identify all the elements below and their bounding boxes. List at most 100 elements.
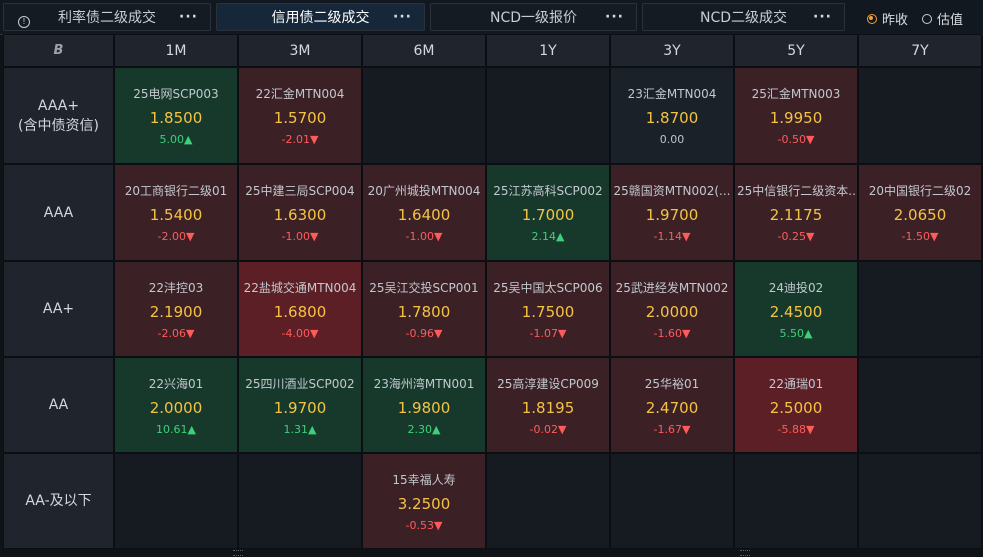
bond-yield: 1.8195 (521, 398, 575, 417)
tab-label: 信用债二级成交 (271, 10, 370, 26)
bond-name: 25中建三局SCP004 (245, 184, 355, 198)
tab-ncd-secondary-trades[interactable]: NCD二级成交 ··· (642, 3, 845, 31)
tab-label: NCD一级报价 (489, 10, 578, 26)
app-window: ! 利率债二级成交 ··· 信用债二级成交 ··· NCD一级报价 ··· NC… (0, 0, 983, 557)
bond-yield: 2.4500 (769, 302, 823, 321)
brand-logo-icon: B (53, 43, 64, 58)
bond-yield: 2.0650 (893, 206, 947, 224)
bond-cell[interactable]: 25赣国资MTN002(... 1.9700 -1.14▼ (610, 164, 734, 261)
bond-cell[interactable]: 25江苏高科SCP002 1.7000 2.14▲ (486, 164, 610, 261)
bond-cell[interactable]: 23汇金MTN004 1.8700 0.00 (610, 67, 734, 164)
bond-yield: 1.7500 (521, 302, 575, 321)
bond-name: 25高淳建设CP009 (497, 376, 599, 391)
bond-yield: 1.7800 (397, 302, 451, 321)
bond-name: 22兴海01 (148, 376, 204, 391)
tab-rate-bond-trades[interactable]: ! 利率债二级成交 ··· (3, 3, 211, 31)
bond-change-bp: -1.07▼ (529, 326, 567, 340)
corner-header: B (3, 34, 114, 67)
bond-cell[interactable]: 25电网SCP003 1.8500 5.00▲ (114, 67, 238, 164)
empty-cell (114, 453, 238, 549)
tab-credit-bond-trades[interactable]: 信用债二级成交 ··· (216, 3, 425, 31)
bond-change-bp: -2.06▼ (157, 326, 195, 340)
bond-name: 25赣国资MTN002(... (613, 184, 731, 198)
bond-name: 25武进经发MTN002 (615, 280, 729, 295)
row-header: AAA (3, 164, 114, 261)
radio-label: 昨收 (881, 13, 908, 28)
bond-cell[interactable]: 24迪投02 2.4500 5.50▲ (734, 261, 858, 357)
row-header: AA (3, 357, 114, 453)
bond-cell[interactable]: 15幸福人寿 3.2500 -0.53▼ (362, 453, 486, 549)
bond-yield: 1.9800 (397, 398, 451, 417)
bond-cell[interactable]: 23海州湾MTN001 1.9800 2.30▲ (362, 357, 486, 453)
bond-change-bp: -1.60▼ (653, 326, 691, 340)
price-basis-radio-group: 昨收 估值 (866, 9, 963, 28)
tab-label: NCD二级成交 (699, 10, 788, 26)
bond-cell[interactable]: 25吴江交投SCP001 1.7800 -0.96▼ (362, 261, 486, 357)
empty-cell (858, 453, 982, 549)
bond-cell[interactable]: 22沣控03 2.1900 -2.06▼ (114, 261, 238, 357)
bond-cell[interactable]: 20工商银行二级01 1.5400 -2.00▼ (114, 164, 238, 261)
bond-cell[interactable]: 25武进经发MTN002 2.0000 -1.60▼ (610, 261, 734, 357)
bond-name: 25四川酒业SCP002 (245, 376, 355, 391)
bond-cell[interactable]: 25高淳建设CP009 1.8195 -0.02▼ (486, 357, 610, 453)
radio-unselected-icon (921, 13, 932, 24)
row-header: AA+ (3, 261, 114, 357)
row-header-rating: AA+ (42, 301, 75, 317)
bond-cell[interactable]: 22盐城交通MTN004 1.6800 -4.00▼ (238, 261, 362, 357)
bond-yield: 1.8500 (149, 109, 203, 127)
more-icon[interactable]: ··· (813, 9, 832, 25)
bond-change-bp: -1.67▼ (653, 422, 691, 436)
radio-prev-close[interactable]: 昨收 (866, 9, 908, 28)
bond-cell[interactable]: 22汇金MTN004 1.5700 -2.01▼ (238, 67, 362, 164)
bond-name: 25汇金MTN003 (751, 87, 841, 101)
rating-tenor-grid: B 1M 3M 6M 1Y 3Y 5Y 7Y AAA+ (含中债资信) 25电网SCP003 1.8… (3, 34, 982, 549)
more-icon[interactable]: ··· (179, 9, 198, 25)
row-header-note: (含中债资信) (18, 117, 99, 134)
bond-change-bp: 10.61▲ (156, 422, 196, 436)
more-icon[interactable]: ··· (393, 9, 412, 25)
bond-cell[interactable]: 25华裕01 2.4700 -1.67▼ (610, 357, 734, 453)
empty-cell (238, 453, 362, 549)
column-header: 7Y (858, 34, 982, 67)
column-header: 1Y (486, 34, 610, 67)
bond-cell[interactable]: 25中信银行二级资本... 2.1175 -0.25▼ (734, 164, 858, 261)
bond-change-bp: -1.14▼ (653, 230, 691, 243)
resize-grip-icon[interactable] (740, 550, 750, 556)
row-header-rating: AAA+ (37, 97, 80, 114)
bond-change-bp: 1.31▲ (283, 422, 317, 436)
bond-yield: 1.9950 (769, 109, 823, 127)
bond-cell[interactable]: 20中国银行二级02 2.0650 -1.50▼ (858, 164, 982, 261)
more-icon[interactable]: ··· (605, 9, 624, 25)
tab-ncd-primary-quotes[interactable]: NCD一级报价 ··· (430, 3, 637, 31)
row-header: AAA+ (含中债资信) (3, 67, 114, 164)
bond-change-bp: 2.14▲ (531, 230, 565, 243)
bond-change-bp: 5.00▲ (159, 133, 193, 146)
bottom-bar (0, 549, 983, 557)
bond-cell[interactable]: 25中建三局SCP004 1.6300 -1.00▼ (238, 164, 362, 261)
bond-cell[interactable]: 25吴中国太SCP006 1.7500 -1.07▼ (486, 261, 610, 357)
row-header-rating: AA-及以下 (25, 493, 92, 509)
bond-cell[interactable]: 25汇金MTN003 1.9950 -0.50▼ (734, 67, 858, 164)
bond-change-bp: -0.02▼ (529, 422, 567, 436)
column-header: 6M (362, 34, 486, 67)
info-icon[interactable]: ! (18, 16, 30, 28)
bond-cell[interactable]: 22兴海01 2.0000 10.61▲ (114, 357, 238, 453)
bond-cell[interactable]: 20广州城投MTN004 1.6400 -1.00▼ (362, 164, 486, 261)
bond-name: 25吴江交投SCP001 (369, 280, 479, 295)
empty-cell (362, 67, 486, 164)
bond-change-bp: -1.00▼ (281, 230, 319, 243)
bond-yield: 2.1900 (149, 302, 203, 321)
tab-label: 利率债二级成交 (58, 10, 156, 26)
row-header-rating: AAA (43, 204, 74, 221)
bond-change-bp: -0.25▼ (777, 230, 815, 243)
radio-valuation[interactable]: 估值 (921, 9, 963, 28)
bond-name: 22通瑞01 (768, 376, 824, 391)
bond-change-bp: 2.30▲ (407, 422, 441, 436)
bond-cell[interactable]: 25四川酒业SCP002 1.9700 1.31▲ (238, 357, 362, 453)
resize-grip-icon[interactable] (233, 550, 243, 556)
empty-cell (486, 67, 610, 164)
bond-cell[interactable]: 22通瑞01 2.5000 -5.88▼ (734, 357, 858, 453)
bond-name: 22汇金MTN004 (255, 87, 345, 101)
bond-yield: 1.6400 (397, 206, 451, 224)
bond-yield: 1.9700 (645, 206, 699, 224)
